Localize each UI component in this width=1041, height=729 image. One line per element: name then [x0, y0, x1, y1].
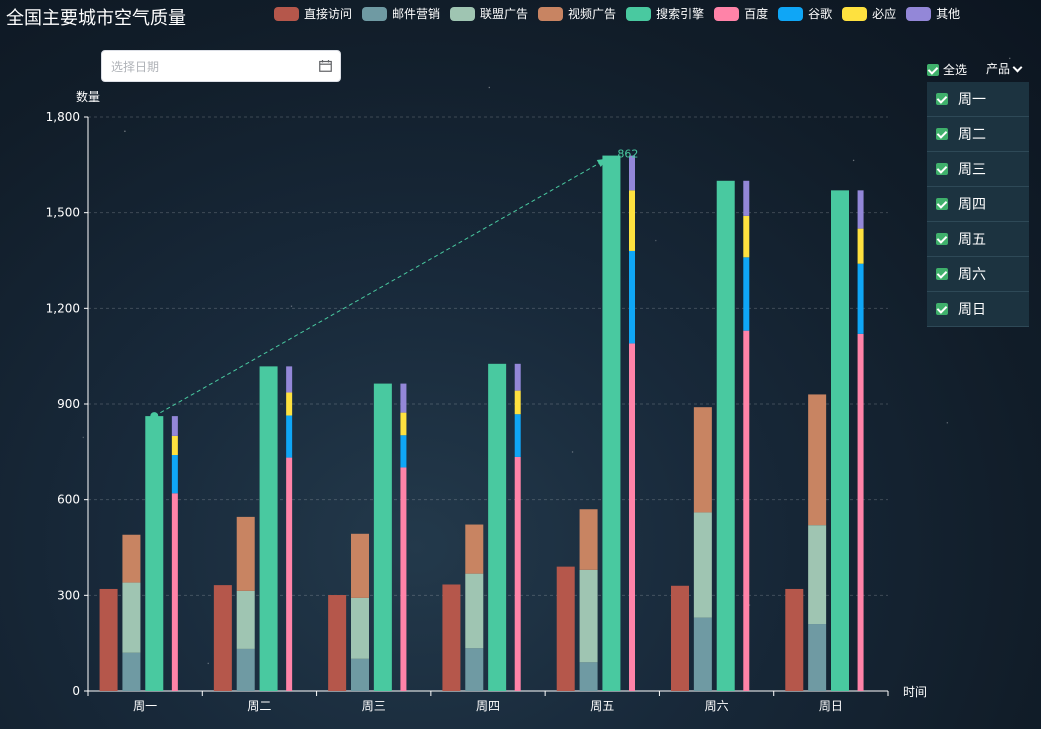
bar-segment — [465, 573, 484, 649]
bar-segment — [514, 363, 521, 391]
bar-segment — [693, 512, 712, 618]
bar-chart: 0 300 600 900 1,200 1,500 1,800 周一 周二 周三 周四 周五 周六 周日 数… — [46, 89, 927, 713]
x-tick-label: 周六 — [705, 699, 729, 713]
bar-segment — [259, 366, 278, 691]
bar-segment — [400, 383, 407, 413]
bar-segment — [171, 416, 178, 436]
bar-segment — [400, 412, 407, 436]
bar-segment — [743, 330, 750, 691]
bar-segment — [743, 180, 750, 216]
x-tick-label: 周四 — [476, 699, 500, 713]
bar-segment — [99, 588, 118, 691]
bar-segment — [743, 257, 750, 331]
bar-segment — [122, 652, 141, 691]
x-tick-label: 周五 — [590, 699, 614, 713]
y-tick-label: 0 — [72, 684, 80, 698]
x-axis-label: 时间 — [903, 685, 927, 699]
bar-segment — [808, 394, 827, 526]
bar-segment — [808, 525, 827, 625]
bar-segment — [579, 569, 598, 663]
bar-segment — [122, 582, 141, 653]
bar-segment — [145, 416, 164, 691]
bar-segment — [514, 456, 521, 691]
bar-segment — [351, 658, 369, 691]
y-tick-label: 1,500 — [46, 206, 80, 220]
bar-segment — [857, 333, 864, 691]
bar-segment — [629, 190, 635, 251]
bar-segment — [693, 617, 712, 691]
y-tick-label: 1,800 — [46, 110, 80, 124]
bar-segment — [465, 524, 484, 574]
bar-segment — [671, 585, 689, 691]
bar-segment — [743, 215, 750, 258]
bar-segment — [857, 190, 864, 229]
bar-segment — [556, 566, 575, 691]
bar-segment — [579, 509, 598, 570]
bar-segment — [465, 648, 484, 691]
bar-segment — [514, 414, 521, 457]
markline-label: 862 — [617, 148, 638, 161]
bar-segment — [488, 363, 507, 691]
bar-segment — [286, 457, 293, 691]
x-tick-label: 周三 — [362, 699, 386, 713]
bar-segment — [286, 392, 293, 416]
bar-segment — [857, 263, 864, 334]
bar-segment — [171, 493, 178, 691]
bar-segment — [808, 624, 827, 691]
y-tick-label: 900 — [57, 397, 80, 411]
bar-segment — [693, 407, 712, 513]
x-tick-label: 周二 — [247, 699, 271, 713]
bar-segment — [785, 588, 804, 691]
x-tick-label: 周一 — [133, 699, 157, 713]
bar-segment — [236, 590, 255, 649]
bar-segment — [286, 366, 293, 393]
bar-segment — [400, 435, 407, 468]
bar-segment — [213, 585, 232, 691]
y-tick-label: 600 — [57, 493, 80, 507]
bar-segment — [629, 155, 635, 191]
bar-segment — [579, 662, 598, 691]
bar-segment — [857, 228, 864, 264]
bar-segment — [602, 155, 621, 691]
bar-segment — [286, 415, 293, 458]
y-axis-label: 数量 — [76, 89, 100, 104]
bar-segment — [122, 534, 141, 583]
markline — [154, 158, 608, 417]
bar-segment — [400, 467, 407, 691]
y-tick-label: 1,200 — [46, 301, 80, 315]
bar-segment — [629, 343, 635, 691]
bar-segment — [351, 597, 369, 659]
bar-segment — [351, 533, 369, 598]
bar-segment — [328, 595, 347, 691]
bar-segment — [442, 584, 461, 691]
bar-segment — [831, 190, 849, 691]
y-tick-label: 300 — [57, 588, 80, 602]
x-tick-label: 周日 — [819, 699, 843, 713]
bar-segment — [171, 455, 178, 494]
bar-segment — [236, 648, 255, 691]
bar-segment — [171, 435, 178, 456]
bar-segment — [514, 390, 521, 415]
markline-start-point — [150, 412, 159, 421]
bar-segment — [236, 516, 255, 591]
bar-segment — [716, 180, 735, 691]
bar-segment — [629, 250, 635, 344]
bar-segment — [373, 383, 392, 691]
